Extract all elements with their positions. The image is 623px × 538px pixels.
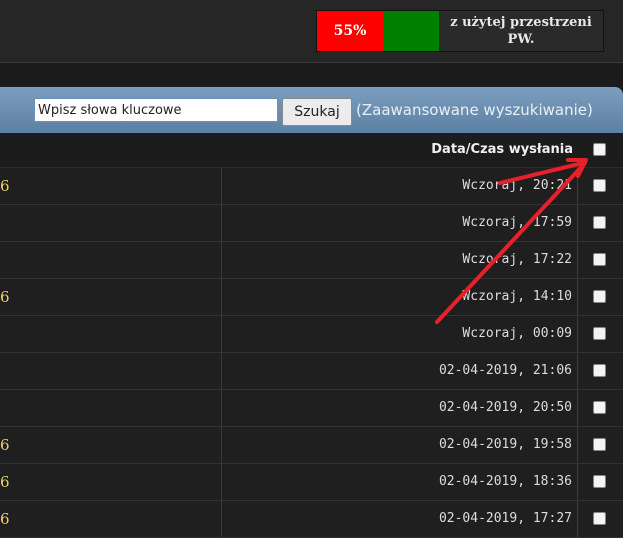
sent-date: 02-04-2019, 17:27 <box>438 511 572 526</box>
message-list: 6 Wczoraj, 20:21 Wczoraj, 17:59 Wczoraj, 17… <box>0 168 623 538</box>
sent-date: Wczoraj, 20:21 <box>462 178 572 193</box>
row-checkbox[interactable] <box>593 401 606 414</box>
message-title-cell[interactable]: 6 <box>0 168 222 204</box>
date-cell: 02-04-2019, 19:58 <box>222 427 578 463</box>
search-button[interactable]: Szukaj <box>282 98 352 126</box>
table-header: Data/Czas wysłania <box>0 133 623 168</box>
table-row[interactable]: Wczoraj, 00:09 <box>0 316 623 353</box>
search-input[interactable]: Wpisz słowa kluczowe <box>34 98 278 122</box>
row-checkbox[interactable] <box>593 290 606 303</box>
table-row[interactable]: 02-04-2019, 21:06 <box>0 353 623 390</box>
top-bar: 55% z użytej przestrzeni PW. <box>0 0 623 63</box>
quota-bar <box>383 11 439 51</box>
row-checkbox[interactable] <box>593 327 606 340</box>
date-column-header[interactable]: Data/Czas wysłania <box>431 142 573 157</box>
date-cell: Wczoraj, 17:59 <box>222 205 578 241</box>
date-cell: Wczoraj, 00:09 <box>222 316 578 352</box>
message-title-cell[interactable] <box>0 316 222 352</box>
table-row[interactable]: Wczoraj, 17:22 <box>0 242 623 279</box>
table-row[interactable]: 6 02-04-2019, 18:36 <box>0 464 623 501</box>
sent-date: Wczoraj, 14:10 <box>462 289 572 304</box>
row-checkbox[interactable] <box>593 438 606 451</box>
message-title-cell[interactable] <box>0 353 222 389</box>
message-title-cell[interactable]: 6 <box>0 279 222 315</box>
message-title-fragment[interactable]: 6 <box>0 288 10 306</box>
table-row[interactable]: 6 Wczoraj, 14:10 <box>0 279 623 316</box>
message-title-cell[interactable] <box>0 205 222 241</box>
quota-percent: 55% <box>317 11 383 51</box>
table-row[interactable]: 6 02-04-2019, 17:27 <box>0 501 623 538</box>
date-cell: 02-04-2019, 21:06 <box>222 353 578 389</box>
sent-date: 02-04-2019, 20:50 <box>438 400 572 415</box>
quota-label: z użytej przestrzeni PW. <box>450 15 592 47</box>
message-title-cell[interactable] <box>0 242 222 278</box>
row-checkbox[interactable] <box>593 253 606 266</box>
date-cell: 02-04-2019, 17:27 <box>222 501 578 537</box>
spacer <box>0 63 623 86</box>
row-checkbox[interactable] <box>593 216 606 229</box>
table-row[interactable]: Wczoraj, 17:59 <box>0 205 623 242</box>
message-title-cell[interactable]: 6 <box>0 427 222 463</box>
message-title-cell[interactable]: 6 <box>0 464 222 500</box>
advanced-search-link[interactable]: (Zaawansowane wyszukiwanie) <box>356 101 593 119</box>
table-row[interactable]: 02-04-2019, 20:50 <box>0 390 623 427</box>
pm-quota-meter: 55% z użytej przestrzeni PW. <box>316 10 604 52</box>
message-title-fragment[interactable]: 6 <box>0 510 10 528</box>
row-checkbox[interactable] <box>593 475 606 488</box>
table-row[interactable]: 6 02-04-2019, 19:58 <box>0 427 623 464</box>
message-title-fragment[interactable]: 6 <box>0 177 10 195</box>
message-title-fragment[interactable]: 6 <box>0 473 10 491</box>
sent-date: 02-04-2019, 19:58 <box>438 437 572 452</box>
date-cell: 02-04-2019, 20:50 <box>222 390 578 426</box>
sent-date: 02-04-2019, 21:06 <box>438 363 572 378</box>
search-bar: Wpisz słowa kluczowe Szukaj (Zaawansowan… <box>0 87 623 133</box>
select-all-checkbox[interactable] <box>593 143 606 156</box>
sent-date: Wczoraj, 00:09 <box>462 326 572 341</box>
table-row[interactable]: 6 Wczoraj, 20:21 <box>0 168 623 205</box>
sent-date: Wczoraj, 17:59 <box>462 215 572 230</box>
sent-date: 02-04-2019, 18:36 <box>438 474 572 489</box>
date-cell: Wczoraj, 17:22 <box>222 242 578 278</box>
message-title-cell[interactable]: 6 <box>0 501 222 537</box>
date-cell: Wczoraj, 20:21 <box>222 168 578 204</box>
date-cell: 02-04-2019, 18:36 <box>222 464 578 500</box>
date-cell: Wczoraj, 14:10 <box>222 279 578 315</box>
message-title-cell[interactable] <box>0 390 222 426</box>
message-title-fragment[interactable]: 6 <box>0 436 10 454</box>
row-checkbox[interactable] <box>593 179 606 192</box>
row-checkbox[interactable] <box>593 364 606 377</box>
row-checkbox[interactable] <box>593 512 606 525</box>
sent-date: Wczoraj, 17:22 <box>462 252 572 267</box>
